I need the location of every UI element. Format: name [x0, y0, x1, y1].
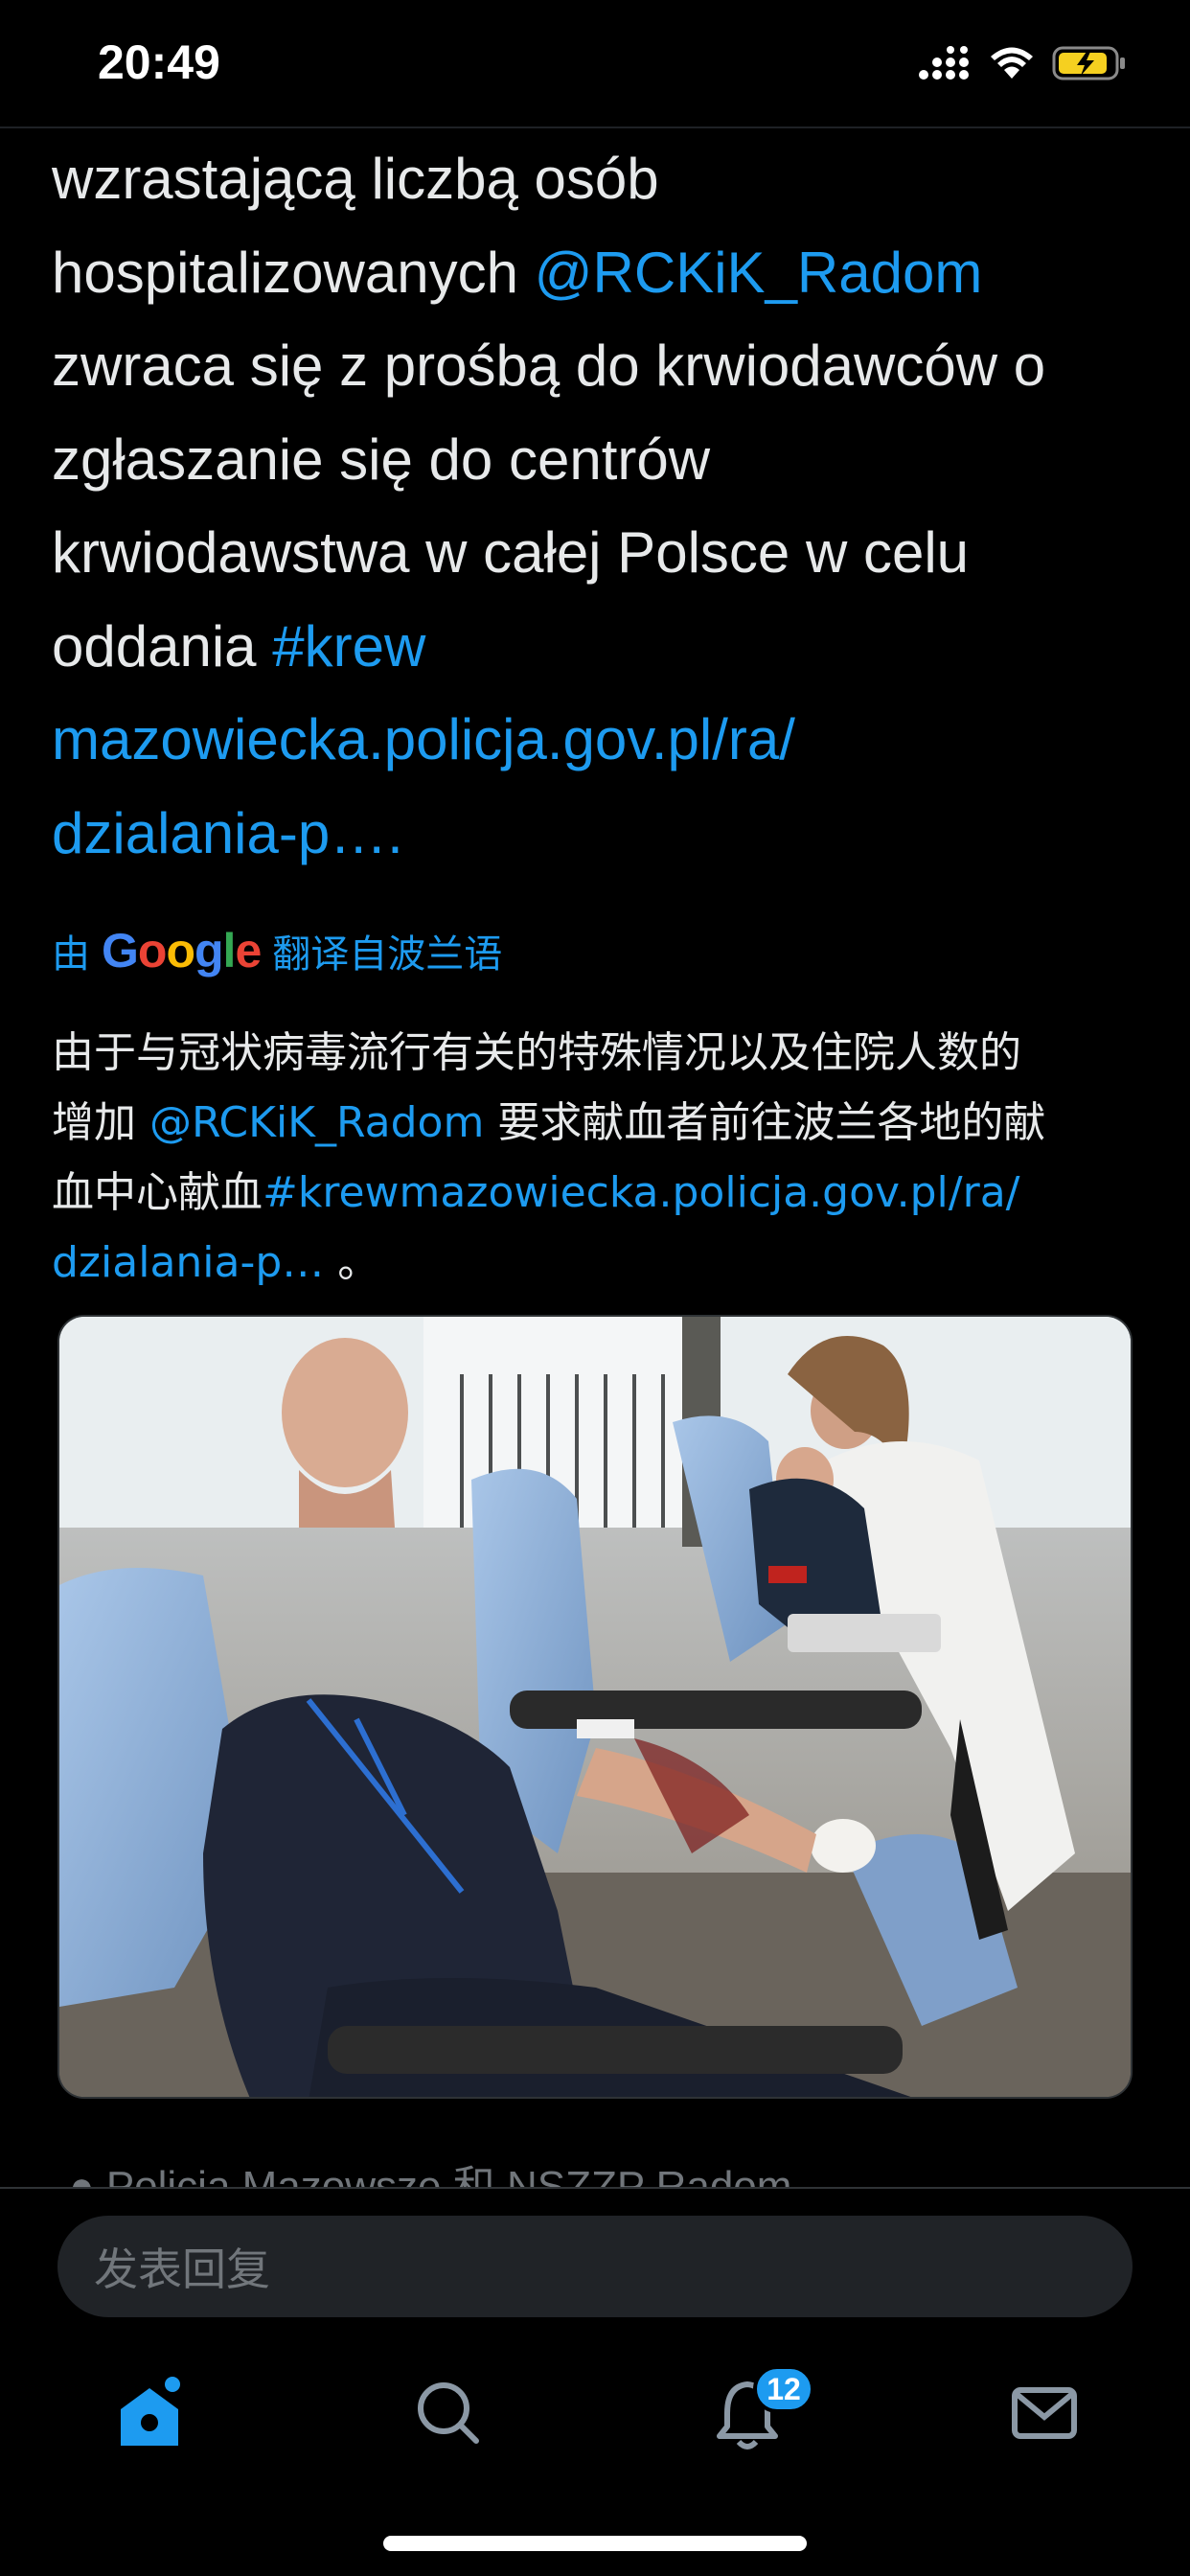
translated-by-suffix: 翻译自波兰语: [272, 933, 503, 976]
tweet-line: wzrastającą liczbą osób: [52, 147, 659, 211]
tweet-line: dzialania-p….: [52, 787, 1138, 881]
signal-icon: [918, 45, 972, 85]
tab-messages[interactable]: [987, 2358, 1102, 2472]
tweet-footer-partial: ● Policja Mazowsze 和 NSZZP Radom: [69, 2160, 791, 2187]
status-time: 20:49: [98, 35, 220, 89]
translation-line: 血中心献血#krewmazowiecka.policja.gov.pl/ra/: [52, 1158, 1138, 1228]
tweet-line: zgłaszanie się do centrów: [52, 426, 711, 492]
mention-link[interactable]: @RCKiK_Radom: [149, 1098, 484, 1147]
translated-by[interactable]: 由 Google 翻译自波兰语: [52, 922, 1138, 979]
wifi-icon: [989, 46, 1035, 85]
translated-text: 由于与冠状病毒流行有关的特殊情况以及住院人数的 增加 @RCKiK_Radom …: [52, 1018, 1138, 1298]
tab-home[interactable]: [92, 2358, 207, 2472]
tweet-line: krwiodawstwa w całej Polsce w celu: [52, 520, 970, 585]
mention-link[interactable]: @RCKiK_Radom: [535, 241, 983, 305]
translation-text: 血中心献血: [52, 1168, 263, 1217]
translation-text: 。: [324, 1238, 380, 1287]
tweet-footer-text: Policja Mazowsze 和 NSZZP Radom: [105, 2163, 792, 2187]
bullet-icon: ●: [69, 2163, 95, 2187]
status-icons: [918, 42, 1127, 88]
url-link[interactable]: dzialania-p…: [52, 1238, 324, 1287]
battery-icon: [1052, 44, 1127, 87]
translation-line: dzialania-p… 。: [52, 1228, 1138, 1298]
tweet-line-text: hospitalizowanych: [52, 240, 535, 305]
translation-text: 增加: [52, 1098, 149, 1147]
url-link[interactable]: mazowiecka.policja.gov.pl/ra/: [52, 693, 1138, 787]
tweet-line-text: oddania: [52, 613, 273, 678]
tweet-photo[interactable]: [57, 1315, 1133, 2099]
tweet-line: hospitalizowanych @RCKiK_Radom: [52, 226, 1138, 320]
hashtag-link[interactable]: #krewmazowiecka.policja.gov.pl/ra/: [263, 1168, 1019, 1217]
translation-line: 由于与冠状病毒流行有关的特殊情况以及住院人数的: [52, 1028, 1021, 1077]
translation-line: 增加 @RCKiK_Radom 要求献血者前往波兰各地的献: [52, 1088, 1138, 1158]
translated-by-prefix: 由: [52, 933, 90, 976]
tab-bar: 12: [0, 2358, 1190, 2472]
reply-placeholder: 发表回复: [94, 2243, 270, 2295]
home-indicator[interactable]: [383, 2536, 807, 2551]
reply-input[interactable]: 发表回复: [57, 2216, 1133, 2317]
tweet-content: wzrastającą liczbą osób hospitalizowanyc…: [52, 128, 1138, 1298]
status-bar: 20:49: [0, 0, 1190, 126]
search-icon: [415, 2380, 482, 2451]
tab-notifications[interactable]: 12: [690, 2358, 814, 2472]
notification-badge: 12: [753, 2365, 814, 2413]
mail-icon: [1011, 2386, 1078, 2445]
tweet-line: zwraca się z prośbą do krwiodawców o: [52, 334, 1046, 398]
url-link-continued[interactable]: dzialania-p….: [52, 801, 403, 865]
google-logo: Google: [102, 924, 262, 978]
translation-text: 要求献血者前往波兰各地的献: [484, 1098, 1046, 1147]
bottom-panel: 发表回复 12: [0, 2187, 1190, 2576]
home-icon: [113, 2376, 186, 2454]
tweet-text: wzrastającą liczbą osób hospitalizowanyc…: [52, 128, 1138, 880]
hashtag-link[interactable]: #krew: [272, 614, 425, 678]
tweet-line: oddania #krew: [52, 600, 1138, 694]
tab-search[interactable]: [391, 2358, 506, 2472]
